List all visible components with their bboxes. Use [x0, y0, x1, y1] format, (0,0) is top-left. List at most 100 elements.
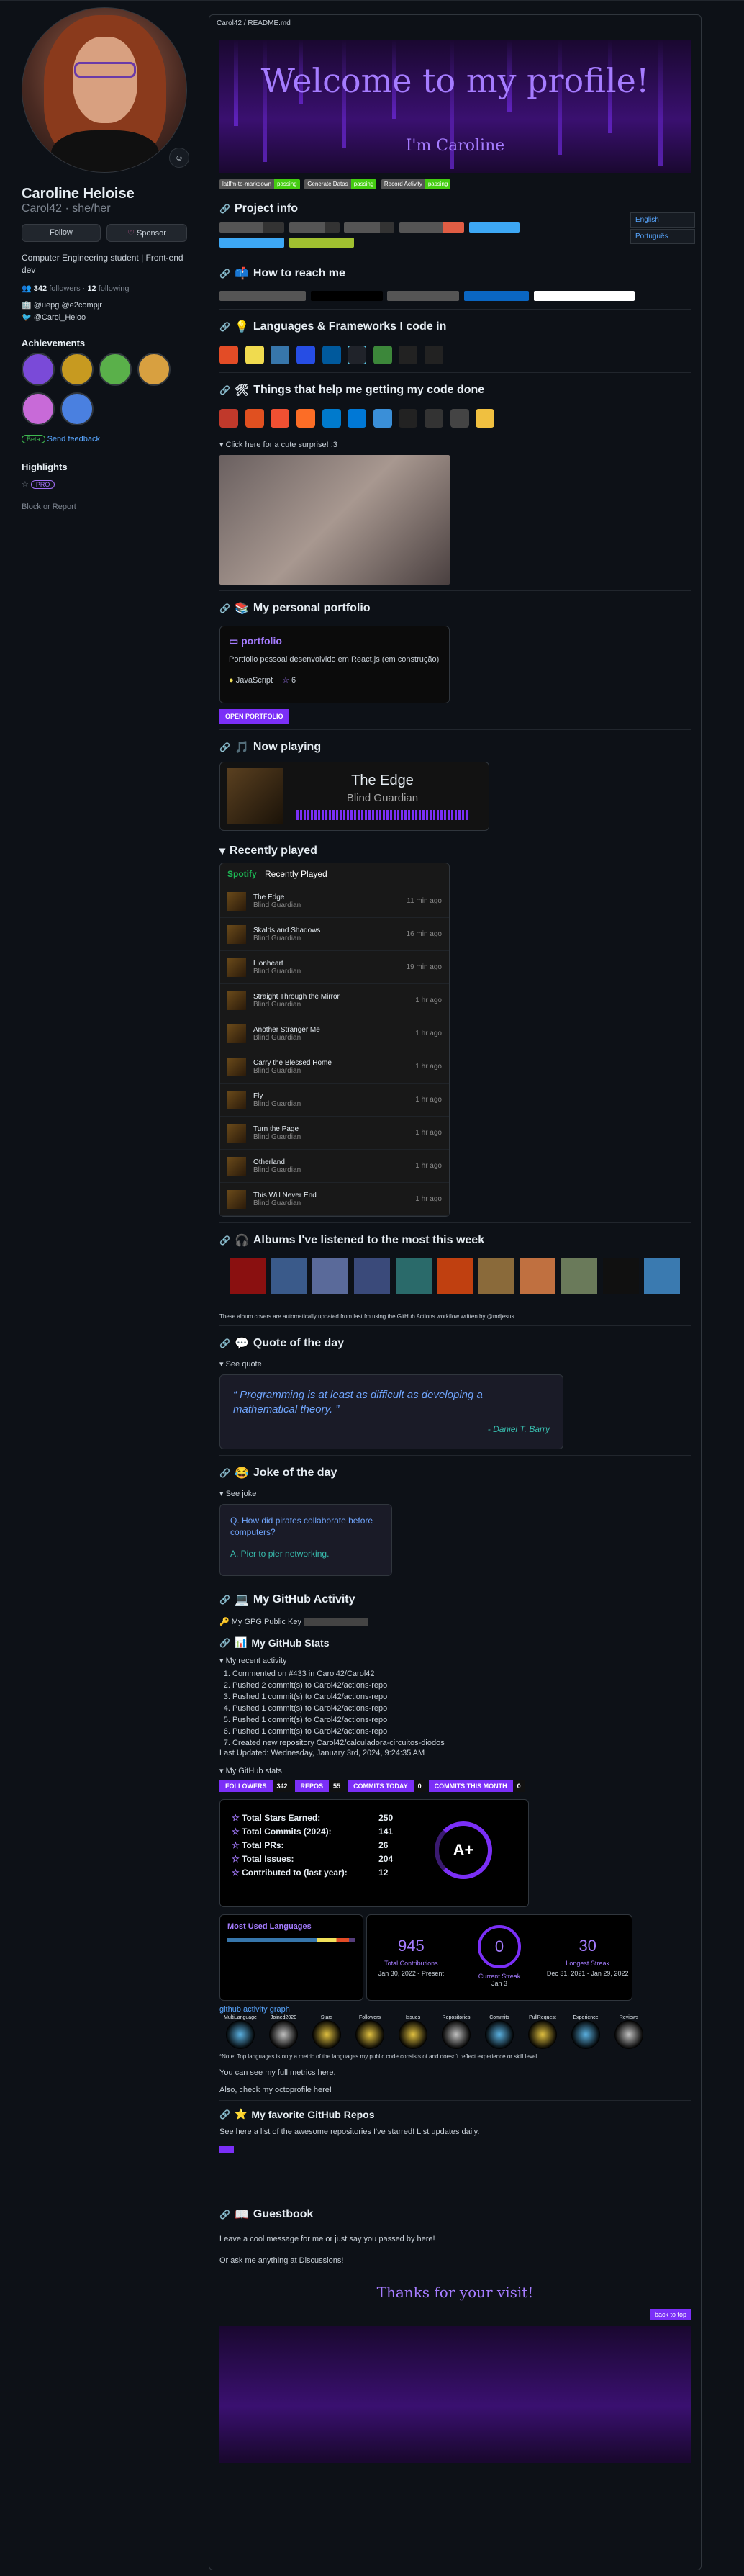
action-badge[interactable]: Record Activity passing — [381, 179, 451, 189]
language-switcher: English Português — [630, 212, 695, 246]
achievement-badge[interactable] — [99, 353, 132, 386]
open-portfolio-button[interactable]: OPEN PORTFOLIO — [219, 709, 289, 724]
album-cover[interactable] — [312, 1258, 349, 1294]
mul-title: Most Used Languages — [227, 1922, 312, 1931]
profile-org[interactable]: @uepg @e2compjr — [34, 301, 102, 310]
banner-title: Welcome to my profile! — [260, 61, 650, 100]
status-emoji-icon[interactable]: ☺ — [169, 148, 189, 168]
highlights-title: Highlights — [22, 461, 68, 472]
quote-text: Programming is at least as difficult as … — [233, 1389, 483, 1415]
trophy-pullrequest: PullRequest — [522, 2015, 563, 2049]
recent-track-row[interactable]: The Edge Blind Guardian 11 min ago — [220, 885, 449, 918]
album-cover[interactable] — [602, 1258, 639, 1294]
album-cover[interactable] — [644, 1258, 681, 1294]
recent-track-row[interactable]: Turn the Page Blind Guardian 1 hr ago — [220, 1117, 449, 1150]
action-badge[interactable]: latlfm-to-markdown passing — [219, 179, 300, 189]
achievement-badge[interactable] — [22, 392, 55, 425]
portfolio-card[interactable]: ▭ portfolio Portfolio pessoal desenvolvi… — [219, 626, 450, 703]
github-stats-toggle[interactable]: ▾ My GitHub stats — [219, 1766, 691, 1775]
full-metrics-text: You can see my full metrics here. — [219, 2068, 336, 2077]
album-cover[interactable] — [561, 1258, 597, 1294]
album-art — [227, 1090, 246, 1109]
surprise-toggle[interactable]: ▾ Click here for a cute surprise! :3 — [219, 440, 691, 449]
send-feedback-link[interactable]: Send feedback — [47, 435, 100, 443]
track-artist: Blind Guardian — [253, 1132, 301, 1141]
readme-container: Carol42 / README.md Welcome to my profil… — [209, 14, 702, 2570]
portfolio-heading: 🔗 📚 My personal portfolio — [219, 602, 371, 615]
speech-bubble-icon: 💬 — [234, 1338, 249, 1350]
recent-list: The Edge Blind Guardian 11 min ago Skalds a… — [220, 885, 449, 1216]
reach-heading: 🔗 📫 How to reach me — [219, 267, 345, 280]
beta-badge: Beta — [22, 435, 45, 443]
stats-badge[interactable]: REPOS 55 — [294, 1780, 345, 1792]
recent-track-row[interactable]: Another Stranger Me Blind Guardian 1 hr ag… — [220, 1017, 449, 1050]
action-badge[interactable]: Generate Datas passing — [304, 179, 377, 189]
track-artist: Blind Guardian — [253, 1000, 301, 1009]
trophy-followers: Followers — [349, 2015, 391, 2049]
linux-icon — [476, 409, 495, 428]
album-cover[interactable] — [271, 1258, 307, 1294]
recent-track-row[interactable]: Lionheart Blind Guardian 19 min ago — [220, 951, 449, 984]
recent-track-row[interactable]: Straight Through the Mirror Blind Guardia… — [220, 984, 449, 1017]
block-report-link[interactable]: Block or Report — [22, 503, 187, 511]
achievement-badge[interactable] — [60, 392, 94, 425]
recent-track-row[interactable]: Carry the Blessed Home Blind Guardian 1 hr… — [220, 1050, 449, 1084]
following-label[interactable]: following — [99, 284, 130, 293]
recent-track-row[interactable]: Otherland Blind Guardian 1 hr ago — [220, 1150, 449, 1183]
git-icon — [271, 409, 290, 428]
gpg-key-badge[interactable] — [304, 1618, 369, 1626]
stats-badge[interactable]: COMMITS TODAY 0 — [348, 1780, 426, 1792]
express-icon — [425, 346, 443, 364]
album-cover[interactable] — [520, 1258, 556, 1294]
sponsor-button[interactable]: ♡ Sponsor — [106, 224, 187, 242]
stats-badge[interactable]: FOLLOWERS 342 — [219, 1780, 292, 1792]
following-count[interactable]: 12 — [87, 284, 96, 293]
triangle-down-icon: ▾ — [219, 845, 226, 857]
recent-activity-toggle[interactable]: ▾ My recent activity — [219, 1656, 691, 1665]
recent-track-row[interactable]: Fly Blind Guardian 1 hr ago — [220, 1084, 449, 1117]
contact-badge[interactable] — [387, 291, 460, 301]
achievement-badge[interactable] — [137, 353, 171, 386]
readme-path: Carol42 / README.md — [209, 15, 701, 32]
recent-track-row[interactable]: Skalds and Shadows Blind Guardian 16 min a… — [220, 918, 449, 951]
avatar[interactable] — [22, 7, 187, 173]
album-cover[interactable] — [437, 1258, 473, 1294]
achievement-badge[interactable] — [22, 353, 55, 386]
activity-item: Pushed 1 commit(s) to Carol42/actions-re… — [232, 1726, 691, 1737]
activity-graph-link[interactable]: github activity graph — [219, 2005, 290, 2014]
tool-icon — [425, 409, 443, 428]
profile-twitter[interactable]: @Carol_Heloo — [34, 313, 86, 322]
contact-badge[interactable] — [310, 291, 383, 301]
album-cover[interactable] — [395, 1258, 432, 1294]
follow-button[interactable]: Follow — [22, 224, 101, 242]
repo-list-icon[interactable] — [219, 2146, 234, 2153]
track-time: 1 hr ago — [415, 1063, 442, 1071]
followers-count[interactable]: 342 — [34, 284, 47, 293]
python-icon — [271, 346, 290, 364]
lang-en-link[interactable]: English — [630, 212, 695, 228]
followers-label[interactable]: followers — [49, 284, 80, 293]
recent-track-row[interactable]: This Will Never End Blind Guardian 1 hr ag… — [220, 1183, 449, 1216]
nextjs-icon — [399, 346, 418, 364]
track-artist: Blind Guardian — [253, 1099, 301, 1108]
back-to-top-button[interactable]: back to top — [650, 2309, 691, 2320]
see-joke-toggle[interactable]: ▾ See joke — [219, 1489, 691, 1498]
see-quote-toggle[interactable]: ▾ See quote — [219, 1359, 691, 1369]
album-cover[interactable] — [478, 1258, 514, 1294]
joke-question: Q. How did pirates collaborate before co… — [230, 1516, 373, 1537]
contact-badge[interactable] — [533, 291, 635, 301]
top-divider — [0, 0, 744, 1]
track-time: 1 hr ago — [415, 1129, 442, 1137]
album-cover[interactable] — [353, 1258, 390, 1294]
trophy-note: *Note: Top languages is only a metric of… — [219, 2053, 539, 2060]
trophies-row: MultiLanguage Joined2020 Stars Followers Iss… — [219, 2015, 691, 2049]
stats-badge[interactable]: COMMITS THIS MONTH 0 — [428, 1780, 525, 1792]
activity-item: Commented on #433 in Carol42/Carol42 — [232, 1668, 691, 1680]
achievement-badge[interactable] — [60, 353, 94, 386]
spotify-logo: Spotify — [227, 869, 257, 879]
now-playing-card[interactable]: The Edge Blind Guardian — [219, 762, 489, 831]
contact-badge[interactable] — [219, 291, 306, 301]
album-cover[interactable] — [230, 1258, 266, 1294]
lang-pt-link[interactable]: Português — [630, 229, 695, 244]
contact-badge[interactable] — [463, 291, 529, 301]
